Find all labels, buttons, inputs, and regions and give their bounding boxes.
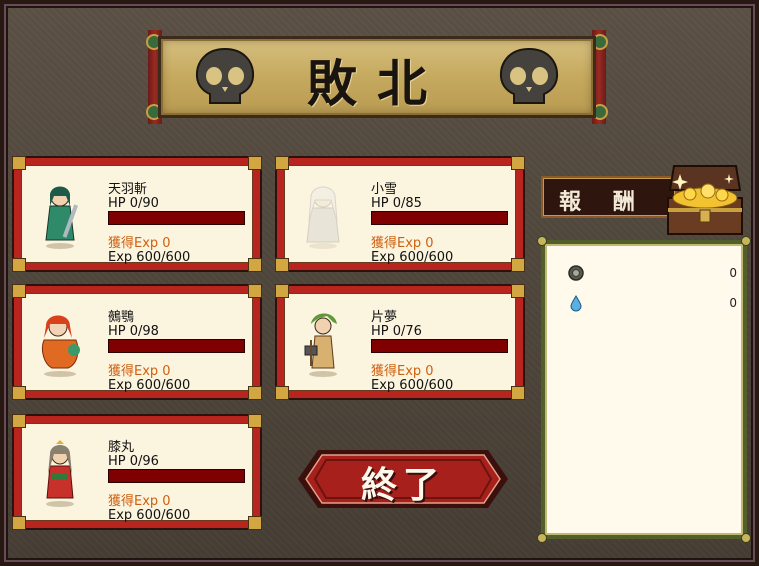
reward-item: 0 [567,264,737,284]
water-drop-icon [570,295,582,312]
unit-card: 小雪 HP 0/85 獲得Exp 0 Exp 600/600 [275,156,525,272]
hp-bar [108,469,245,483]
unit-card: 鵺鶚 HP 0/98 獲得Exp 0 Exp 600/600 [12,284,262,400]
unit-exp: Exp 600/600 [371,378,454,393]
defeat-screen: 敗北 天羽斬 HP 0/90 獲得Exp 0 Exp 600/600 小雪 HP… [0,0,759,566]
unit-card: 膝丸 HP 0/96 獲得Exp 0 Exp 600/600 [12,414,262,530]
reward-panel: 0 0 [537,236,751,543]
reward-title: 報 酬 [559,189,647,215]
unit-card: 片夢 HP 0/76 獲得Exp 0 Exp 600/600 [275,284,525,400]
treasure-chest-icon [667,165,743,235]
unit-portrait [46,440,74,507]
exp-gain: 獲得Exp 0 [108,494,171,509]
exp-gain: 獲得Exp 0 [108,364,171,379]
reward-value: 0 [729,266,737,280]
unit-exp: Exp 600/600 [371,250,454,265]
hp-bar [108,211,245,225]
unit-name: 膝丸 [108,440,135,455]
hp-bar [371,211,508,225]
unit-name: 小雪 [371,182,398,197]
unit-name: 天羽斬 [108,182,148,197]
coin-icon [568,265,584,281]
hp-bar [371,339,508,353]
unit-portrait [45,186,79,249]
hp-bar [108,339,245,353]
unit-hp: HP 0/96 [108,454,159,469]
unit-hp: HP 0/98 [108,324,159,339]
unit-name: 片夢 [371,310,398,325]
unit-hp: HP 0/76 [371,324,422,339]
unit-name: 鵺鶚 [108,310,135,325]
exp-gain: 獲得Exp 0 [371,364,434,379]
exp-gain: 獲得Exp 0 [371,236,434,251]
title-banner: 敗北 [146,30,608,124]
unit-portrait [41,315,80,377]
unit-hp: HP 0/85 [371,196,422,211]
unit-portrait [304,313,337,377]
unit-exp: Exp 600/600 [108,508,191,523]
page-title: 敗北 [307,54,447,113]
unit-exp: Exp 600/600 [108,378,191,393]
exp-gain: 獲得Exp 0 [108,236,171,251]
unit-hp: HP 0/90 [108,196,159,211]
reward-value: 0 [729,296,737,310]
end-button-label: 終了 [360,464,445,506]
unit-portrait [306,186,340,249]
reward-item: 0 [567,294,737,314]
end-button[interactable]: 終了 [296,448,510,510]
unit-card: 天羽斬 HP 0/90 獲得Exp 0 Exp 600/600 [12,156,262,272]
reward-header: 報 酬 [541,176,677,218]
unit-exp: Exp 600/600 [108,250,191,265]
